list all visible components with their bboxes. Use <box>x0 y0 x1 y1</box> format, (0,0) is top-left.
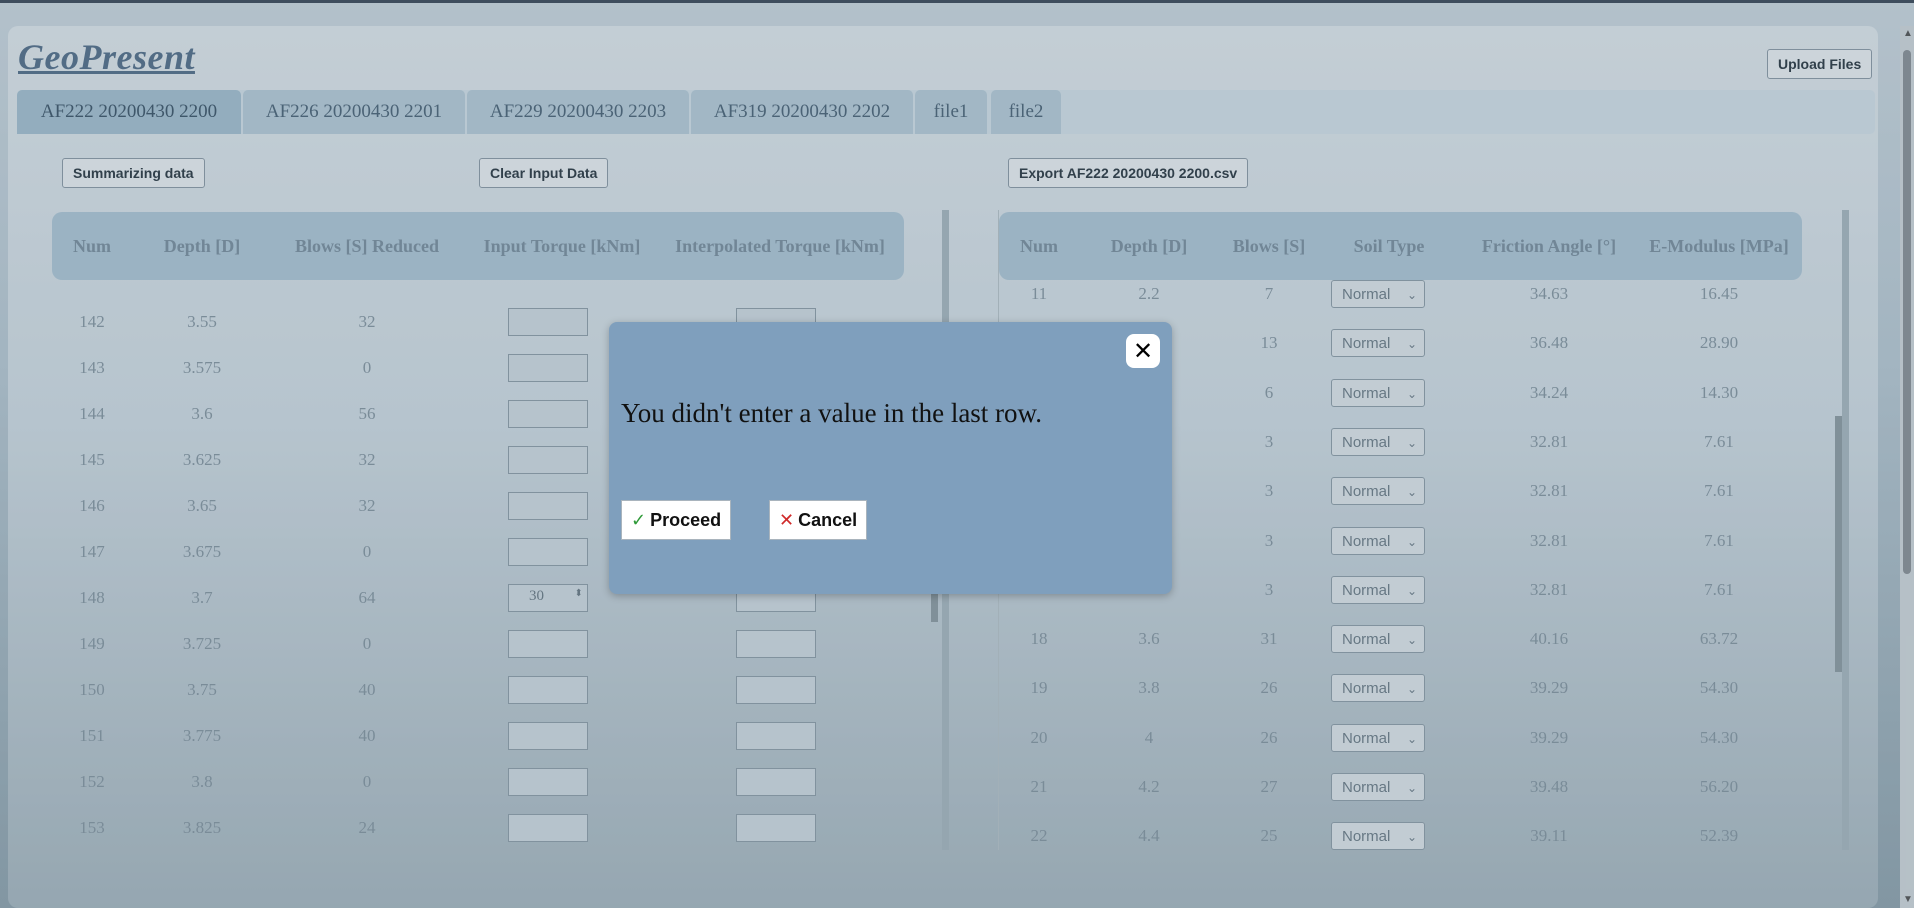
cancel-button[interactable]: ✕ Cancel <box>769 500 868 540</box>
confirm-dialog: ✕ You didn't enter a value in the last r… <box>609 322 1172 594</box>
dialog-message: You didn't enter a value in the last row… <box>621 398 1043 428</box>
proceed-button[interactable]: ✓ Proceed <box>621 500 732 540</box>
cross-icon: ✕ <box>779 510 795 530</box>
proceed-label: Proceed <box>650 510 722 530</box>
close-icon[interactable]: ✕ <box>1126 334 1160 368</box>
cancel-label: Cancel <box>798 510 858 530</box>
checkmark-icon: ✓ <box>631 510 647 530</box>
